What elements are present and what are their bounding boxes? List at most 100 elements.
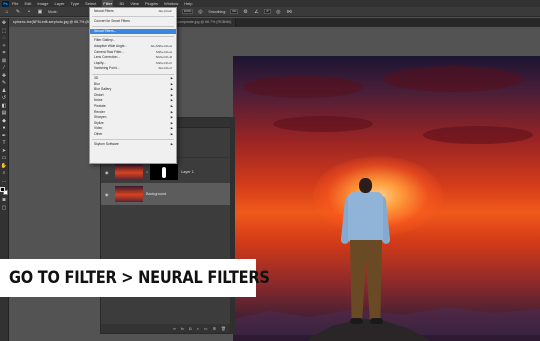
menu-item-convert-smart-filters[interactable]: Convert for Smart Filters	[90, 19, 176, 25]
person-head	[359, 178, 372, 193]
history-brush-tool-icon[interactable]: ↺	[1, 95, 8, 101]
smoothing-label: Smoothing:	[208, 9, 227, 14]
color-swatches[interactable]	[0, 187, 8, 197]
clone-stamp-tool-icon[interactable]: ♟	[1, 88, 8, 94]
menu-item-label: Blur	[94, 81, 100, 86]
menu-file[interactable]: File	[12, 0, 18, 7]
person-figure	[340, 178, 391, 338]
layer-mask-thumbnail[interactable]	[150, 164, 179, 180]
angle-icon[interactable]: ∠	[253, 9, 259, 15]
symmetry-icon[interactable]: ⋈	[286, 9, 292, 15]
menu-item-label: Sharpen	[94, 115, 107, 120]
more-tools-icon[interactable]: …	[1, 178, 8, 184]
menu-divider	[92, 25, 174, 27]
menu-item-vanishing-point[interactable]: Vanishing Point... Alt+Ctrl+V	[90, 66, 176, 72]
menu-item-label: Blur Gallery	[94, 87, 112, 92]
dodge-tool-icon[interactable]: ●	[1, 125, 8, 131]
quick-mask-icon[interactable]: ◙	[1, 197, 8, 203]
brush-settings-icon[interactable]: ▣	[37, 9, 43, 15]
move-tool-icon[interactable]: ✥	[1, 20, 8, 26]
panel-scrollbar[interactable]	[230, 117, 235, 334]
quick-select-tool-icon[interactable]: ✧	[1, 43, 8, 49]
eraser-tool-icon[interactable]: ◧	[1, 103, 8, 109]
mode-label: Mode:	[48, 9, 58, 14]
link-layers-icon[interactable]: ∞	[173, 326, 176, 331]
menu-filter[interactable]: Filter	[102, 0, 114, 7]
menu-item-other[interactable]: Other ▶	[90, 132, 176, 138]
visibility-eye-icon[interactable]: ◉	[105, 192, 111, 197]
menu-3d[interactable]: 3D	[119, 0, 124, 7]
gradient-tool-icon[interactable]: ▤	[1, 110, 8, 116]
menu-bar: Ps File Edit Image Layer Type Select Fil…	[0, 0, 540, 7]
brush-tool-icon[interactable]: ✎	[15, 9, 21, 15]
fx-icon[interactable]: fx	[181, 326, 184, 331]
menu-window[interactable]: Window	[164, 0, 178, 7]
photo-canvas[interactable]	[233, 56, 540, 341]
frame-tool-icon[interactable]: ⊠	[1, 58, 8, 64]
menu-plugins[interactable]: Plugins	[145, 0, 158, 7]
new-layer-icon[interactable]: ⊞	[213, 326, 216, 331]
lasso-tool-icon[interactable]: ◌	[1, 35, 8, 41]
layer-thumbnail	[115, 164, 143, 180]
layer-row[interactable]: ◉ ∞ Layer 1	[101, 161, 234, 183]
menu-item-skylum-software[interactable]: Skylum Software ▶	[90, 142, 176, 148]
menu-type[interactable]: Type	[71, 0, 80, 7]
menu-item-shortcut: Alt+Ctrl+V	[158, 66, 172, 71]
layers-panel-footer: ∞ fx ◘ ◑ ▭ ⊞ 🗑	[101, 324, 234, 333]
menu-item-label: Video	[94, 126, 103, 131]
cloud-shape	[423, 126, 533, 144]
new-group-icon[interactable]: ▭	[204, 326, 208, 331]
menu-item-label: Pixelate	[94, 104, 106, 109]
blur-tool-icon[interactable]: ◆	[1, 118, 8, 124]
trash-icon[interactable]: 🗑	[221, 326, 226, 331]
options-bar: ⌂ ✎ • ▣ Mode: 100% ◎ Smoothing: 0% ⚙ ∠ 0…	[0, 7, 540, 17]
pressure-size-icon[interactable]: ◎	[275, 9, 281, 15]
cloud-shape	[273, 116, 373, 132]
menu-edit[interactable]: Edit	[24, 0, 31, 7]
layer-row-selected[interactable]: ◉ Background	[101, 183, 234, 205]
layer-name[interactable]: Background	[146, 192, 166, 196]
filter-dropdown-menu: Neural Filters Alt+Ctrl+F Convert for Sm…	[89, 7, 177, 164]
brush-preset-icon[interactable]: •	[26, 9, 32, 15]
hand-tool-icon[interactable]: ✋	[1, 163, 8, 169]
home-icon[interactable]: ⌂	[4, 9, 10, 15]
visibility-eye-icon[interactable]: ◉	[105, 170, 111, 175]
menu-select[interactable]: Select	[85, 0, 96, 7]
menu-item-label: Stylize	[94, 120, 104, 125]
menu-layer[interactable]: Layer	[54, 0, 64, 7]
menu-item-neural-filters[interactable]: Neural Filters...	[90, 28, 176, 35]
foreground-color-swatch[interactable]	[0, 187, 5, 192]
submenu-arrow-icon: ▶	[170, 141, 173, 146]
adjustment-layer-icon[interactable]: ◑	[196, 326, 198, 331]
brush-tool-icon[interactable]: ✎	[1, 80, 8, 86]
path-select-tool-icon[interactable]: ➤	[1, 148, 8, 154]
menu-help[interactable]: Help	[184, 0, 192, 7]
menu-view[interactable]: View	[130, 0, 139, 7]
menu-item-label: Camera Raw Filter...	[94, 49, 125, 54]
marquee-tool-icon[interactable]: ⬚	[1, 28, 8, 34]
pressure-opacity-icon[interactable]: ◎	[197, 9, 203, 15]
eyedropper-tool-icon[interactable]: ⁄	[1, 65, 8, 71]
menu-item-label: Lens Correction...	[94, 55, 121, 60]
gear-icon[interactable]: ⚙	[242, 9, 248, 15]
type-tool-icon[interactable]: T	[1, 140, 8, 146]
menu-divider	[92, 35, 174, 37]
pen-tool-icon[interactable]: ✒	[1, 133, 8, 139]
shape-tool-icon[interactable]: ▭	[1, 155, 8, 161]
menu-item-label: 3D	[94, 76, 99, 81]
photoshop-logo-icon[interactable]: Ps	[2, 0, 9, 7]
crop-tool-icon[interactable]: ⌗	[1, 50, 8, 56]
angle-field[interactable]: 0°	[264, 9, 272, 14]
menu-item-label: Render	[94, 109, 105, 114]
opacity-field[interactable]: 100%	[181, 9, 194, 14]
menu-image[interactable]: Image	[37, 0, 48, 7]
menu-item-neural-filters-last[interactable]: Neural Filters Alt+Ctrl+F	[90, 9, 176, 15]
person-shoe	[370, 318, 383, 324]
healing-tool-icon[interactable]: ✚	[1, 73, 8, 79]
screen-mode-icon[interactable]: ▢	[1, 205, 8, 211]
add-mask-icon[interactable]: ◘	[189, 326, 191, 331]
layer-name[interactable]: Layer 1	[181, 170, 194, 174]
zoom-tool-icon[interactable]: ⌕	[1, 170, 8, 176]
smoothing-field[interactable]: 0%	[230, 9, 239, 14]
link-icon[interactable]: ∞	[146, 170, 148, 174]
